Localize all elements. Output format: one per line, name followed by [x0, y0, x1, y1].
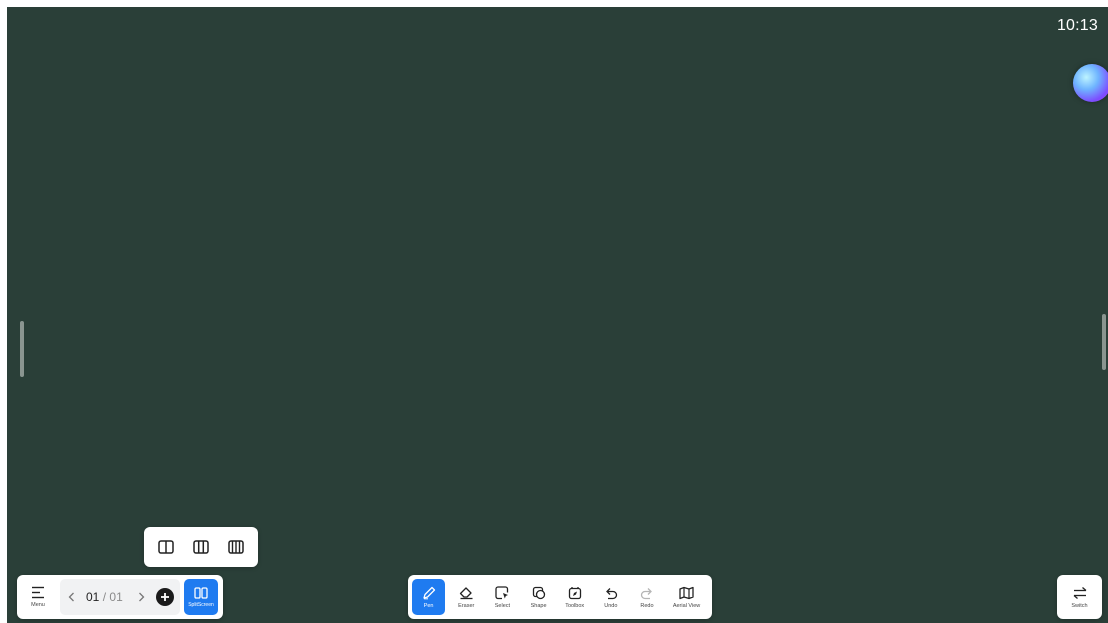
undo-button[interactable]: Undo: [593, 579, 629, 615]
page-indicator[interactable]: 01 / 01: [86, 579, 123, 615]
tool-label: Pen: [423, 602, 434, 609]
split-screen-label: SplitScreen: [188, 601, 214, 608]
split-three-columns-icon: [193, 540, 209, 554]
pen-icon: [422, 586, 435, 599]
shape-tool-button[interactable]: Shape: [520, 579, 556, 615]
select-icon: [495, 585, 509, 599]
drawing-toolbar: Pen Eraser Select Shape Toolbox Undo Red…: [408, 575, 712, 619]
next-page-button[interactable]: [132, 579, 150, 615]
clock: 10:13: [1056, 17, 1098, 34]
pen-tool-button[interactable]: Pen: [412, 579, 446, 615]
page-separator: /: [102, 590, 107, 604]
page-total: 01: [109, 590, 123, 604]
switch-arrows-icon: [1073, 586, 1086, 599]
select-tool-button[interactable]: Select: [484, 579, 520, 615]
aerial-view-button[interactable]: Aerial View: [665, 579, 708, 615]
toolbox-icon: [568, 586, 581, 599]
tool-label: Aerial View: [672, 602, 701, 609]
split-four-columns-option[interactable]: [222, 533, 250, 561]
shape-icon: [532, 586, 545, 599]
right-edge-handle[interactable]: [1102, 314, 1106, 370]
page-navigator: 01 / 01: [60, 579, 180, 615]
undo-icon: [605, 587, 617, 599]
split-screen-button[interactable]: SplitScreen: [184, 579, 218, 615]
tool-label: Redo: [640, 602, 654, 609]
tool-label: Undo: [604, 602, 618, 609]
tool-label: Select: [494, 602, 511, 609]
tool-label: Toolbox: [565, 602, 585, 609]
redo-icon: [640, 587, 652, 599]
toolbox-button[interactable]: Toolbox: [557, 579, 593, 615]
chevron-left-icon: [68, 592, 74, 602]
chevron-right-icon: [138, 592, 144, 602]
page-control-bar: Menu 01 / 01 SplitScreen: [17, 575, 223, 619]
left-edge-handle[interactable]: [20, 321, 24, 377]
split-two-columns-option[interactable]: [152, 533, 180, 561]
split-screen-icon: [194, 586, 208, 599]
switch-button[interactable]: Switch: [1057, 575, 1102, 619]
aerial-view-icon: [679, 586, 694, 599]
page-current: 01: [86, 590, 100, 604]
eraser-icon: [459, 586, 473, 599]
split-screen-options: [144, 527, 258, 567]
split-two-columns-icon: [157, 540, 174, 554]
menu-icon: [32, 586, 44, 599]
menu-label: Menu: [31, 602, 45, 608]
redo-button[interactable]: Redo: [629, 579, 665, 615]
plus-icon: [161, 593, 169, 601]
switch-label: Switch: [1071, 602, 1088, 609]
menu-button[interactable]: Menu: [23, 579, 53, 615]
tool-label: Shape: [530, 602, 547, 609]
split-three-columns-option[interactable]: [187, 533, 215, 561]
add-page-button[interactable]: [156, 588, 174, 606]
eraser-tool-button[interactable]: Eraser: [448, 579, 484, 615]
previous-page-button[interactable]: [62, 579, 80, 615]
split-four-columns-icon: [228, 540, 245, 554]
tool-label: Eraser: [458, 602, 475, 609]
assistant-orb[interactable]: [1073, 64, 1108, 102]
